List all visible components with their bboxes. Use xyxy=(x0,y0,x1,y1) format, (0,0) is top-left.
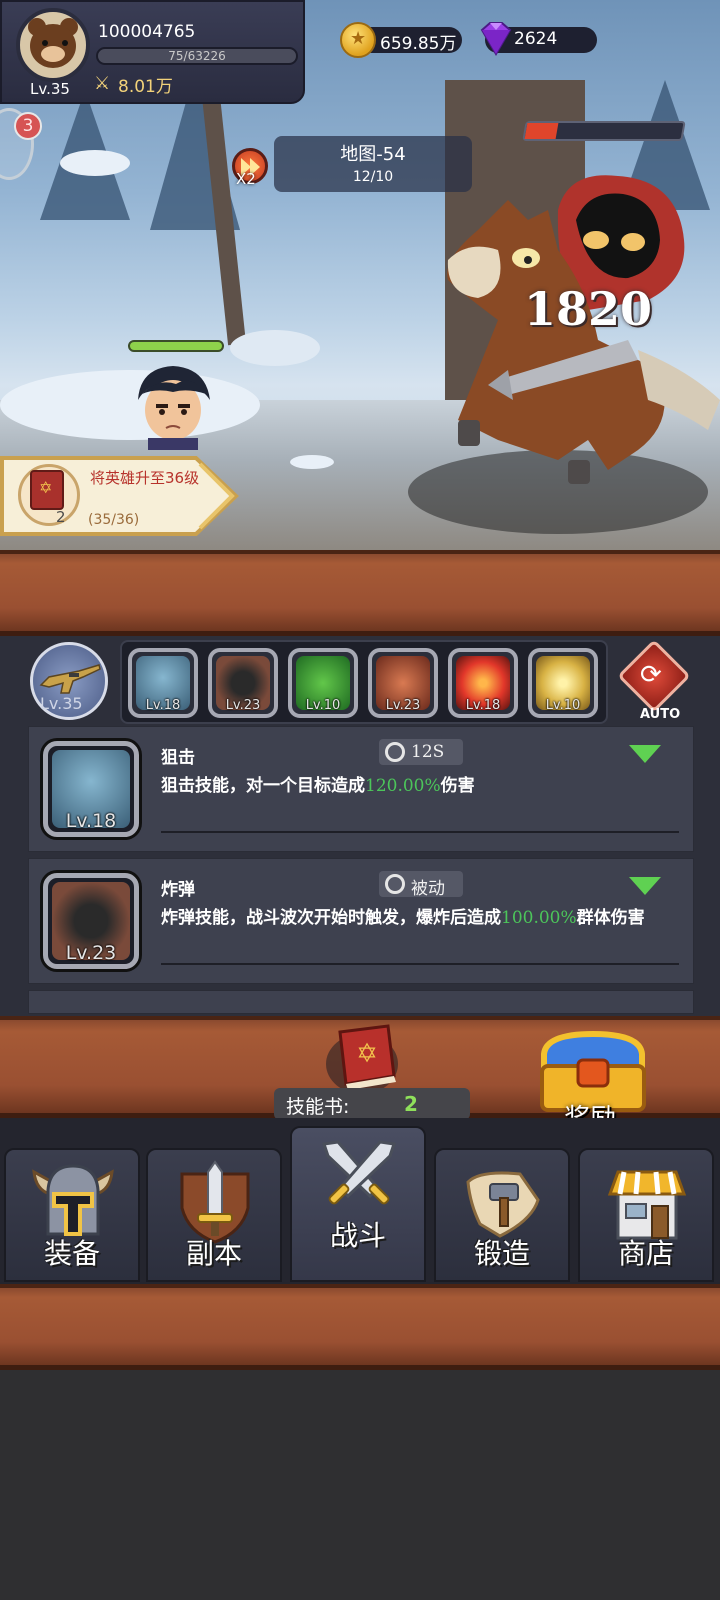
wood-divider xyxy=(0,1284,720,1370)
crossed-swords-power-icon: ⚔ xyxy=(94,73,111,94)
skill-slot-level: Lv.23 xyxy=(385,698,421,713)
quest-reward-count: 2 xyxy=(56,508,66,526)
expand-arrow-icon[interactable] xyxy=(629,745,661,763)
enemy-health-bar xyxy=(522,121,686,141)
skill-card-icon: Lv.18 xyxy=(43,741,139,837)
hero-health-fill xyxy=(130,342,222,350)
skill-card-level: Lv.18 xyxy=(65,810,117,832)
skill-card-icon: Lv.23 xyxy=(43,873,139,969)
desc-text: 群体伤害 xyxy=(576,908,645,928)
nav-equipment[interactable]: 装备 xyxy=(4,1148,140,1282)
nav-label: 战斗 xyxy=(329,1219,386,1252)
hero-character xyxy=(128,360,218,450)
skill-slot-bomb[interactable]: Lv.23 xyxy=(208,648,278,718)
quest-progress: (35/36) xyxy=(88,512,140,528)
skill-slot-fireball[interactable]: Lv.18 xyxy=(448,648,518,718)
map-title: 地图-54 xyxy=(340,144,406,165)
nav-dungeon[interactable]: 副本 xyxy=(146,1148,282,1282)
nav-forge[interactable]: 锻造 xyxy=(434,1148,570,1282)
skill-name: 狙击 xyxy=(161,748,195,768)
skill-book-icon: ✡ xyxy=(326,1024,398,1094)
hero-health-bar xyxy=(128,340,224,352)
notification-badge: 3 xyxy=(14,112,42,140)
skill-description: 炸弹技能，战斗波次开始时触发，爆炸后造成100.00%群体伤害 xyxy=(161,905,681,931)
skill-book-count: 2 xyxy=(404,1092,418,1116)
main-weapon-level: Lv.35 xyxy=(40,694,83,713)
bear-snout xyxy=(41,46,65,62)
snow-patch xyxy=(290,455,334,469)
bottom-empty-area xyxy=(0,1370,720,1600)
nav-label: 副本 xyxy=(185,1237,242,1270)
clock-icon xyxy=(385,874,405,894)
combat-power: 8.01万 xyxy=(118,77,173,97)
rifle-icon xyxy=(39,664,101,694)
desc-value: 120.00% xyxy=(365,776,441,796)
skill-slot-lightning[interactable]: Lv.10 xyxy=(528,648,598,718)
divider xyxy=(161,963,679,965)
speed-label: X2 xyxy=(236,170,256,188)
skill-name: 炸弹 xyxy=(161,880,195,900)
skill-card-bomb[interactable]: Lv.23 炸弹 被动 炸弹技能，战斗波次开始时触发，爆炸后造成100.00%群… xyxy=(28,858,694,984)
snow-patch xyxy=(60,150,130,176)
skill-slot-level: Lv.10 xyxy=(545,698,581,713)
exp-text: 75/63226 xyxy=(168,49,226,63)
purple-gem-icon xyxy=(480,22,512,56)
nav-label: 锻造 xyxy=(473,1237,530,1270)
skill-book-icon: ✡ xyxy=(30,470,64,510)
cooldown-text: 12S xyxy=(411,742,445,762)
gold-value: 659.85万 xyxy=(380,34,457,54)
player-level: Lv.35 xyxy=(30,80,70,98)
snow-rock xyxy=(230,330,320,366)
bear-eye xyxy=(42,40,48,46)
gem-value: 2624 xyxy=(514,29,558,49)
desc-text: 炸弹技能，战斗波次开始时触发，爆炸后造成 xyxy=(161,908,501,928)
cooldown-text: 被动 xyxy=(411,879,445,899)
skill-slot-level: Lv.18 xyxy=(465,698,501,713)
wave-progress: 12/10 xyxy=(352,169,394,185)
skill-slot-sniper[interactable]: Lv.18 xyxy=(128,648,198,718)
damage-number: 1820 xyxy=(524,282,653,336)
enemy-health-fill xyxy=(524,123,559,139)
nav-battle[interactable]: 战斗 xyxy=(290,1126,426,1282)
skill-slot-poison[interactable]: Lv.10 xyxy=(288,648,358,718)
quest-title: 将英雄升至36级 xyxy=(90,469,200,487)
desc-text: 狙击技能，对一个目标造成 xyxy=(161,776,365,796)
clock-icon xyxy=(385,742,405,762)
exp-bar: 75/63226 xyxy=(96,47,298,65)
expand-arrow-icon[interactable] xyxy=(629,877,661,895)
desc-value: 100.00% xyxy=(501,908,577,928)
skill-card-sniper[interactable]: Lv.18 狙击 12S 狙击技能，对一个目标造成120.00%伤害 xyxy=(28,726,694,852)
bear-eye xyxy=(62,40,68,46)
skill-book-label: 技能书: xyxy=(286,1096,350,1118)
skill-card-level: Lv.23 xyxy=(65,942,117,964)
skill-slot-level: Lv.10 xyxy=(305,698,341,713)
player-id: 100004765 xyxy=(98,22,196,42)
nav-label: 装备 xyxy=(43,1237,100,1270)
divider xyxy=(161,831,679,833)
nav-shop[interactable]: 商店 xyxy=(578,1148,714,1282)
avatar[interactable] xyxy=(16,8,90,82)
skill-slot-beast[interactable]: Lv.23 xyxy=(368,648,438,718)
auto-label: AUTO xyxy=(640,707,681,722)
skill-card-partial[interactable] xyxy=(28,990,694,1014)
crossed-swords-icon xyxy=(322,1140,396,1205)
desc-text: 伤害 xyxy=(440,776,475,796)
nav-label: 商店 xyxy=(617,1237,674,1270)
skill-slot-level: Lv.23 xyxy=(225,698,261,713)
skill-description: 狙击技能，对一个目标造成120.00%伤害 xyxy=(161,773,681,799)
refresh-icon: ⟳ xyxy=(640,660,662,690)
svg-text:✡: ✡ xyxy=(356,1039,378,1069)
gold-coin-icon xyxy=(340,22,376,58)
skill-slot-level: Lv.18 xyxy=(145,698,181,713)
wood-divider xyxy=(0,550,720,636)
